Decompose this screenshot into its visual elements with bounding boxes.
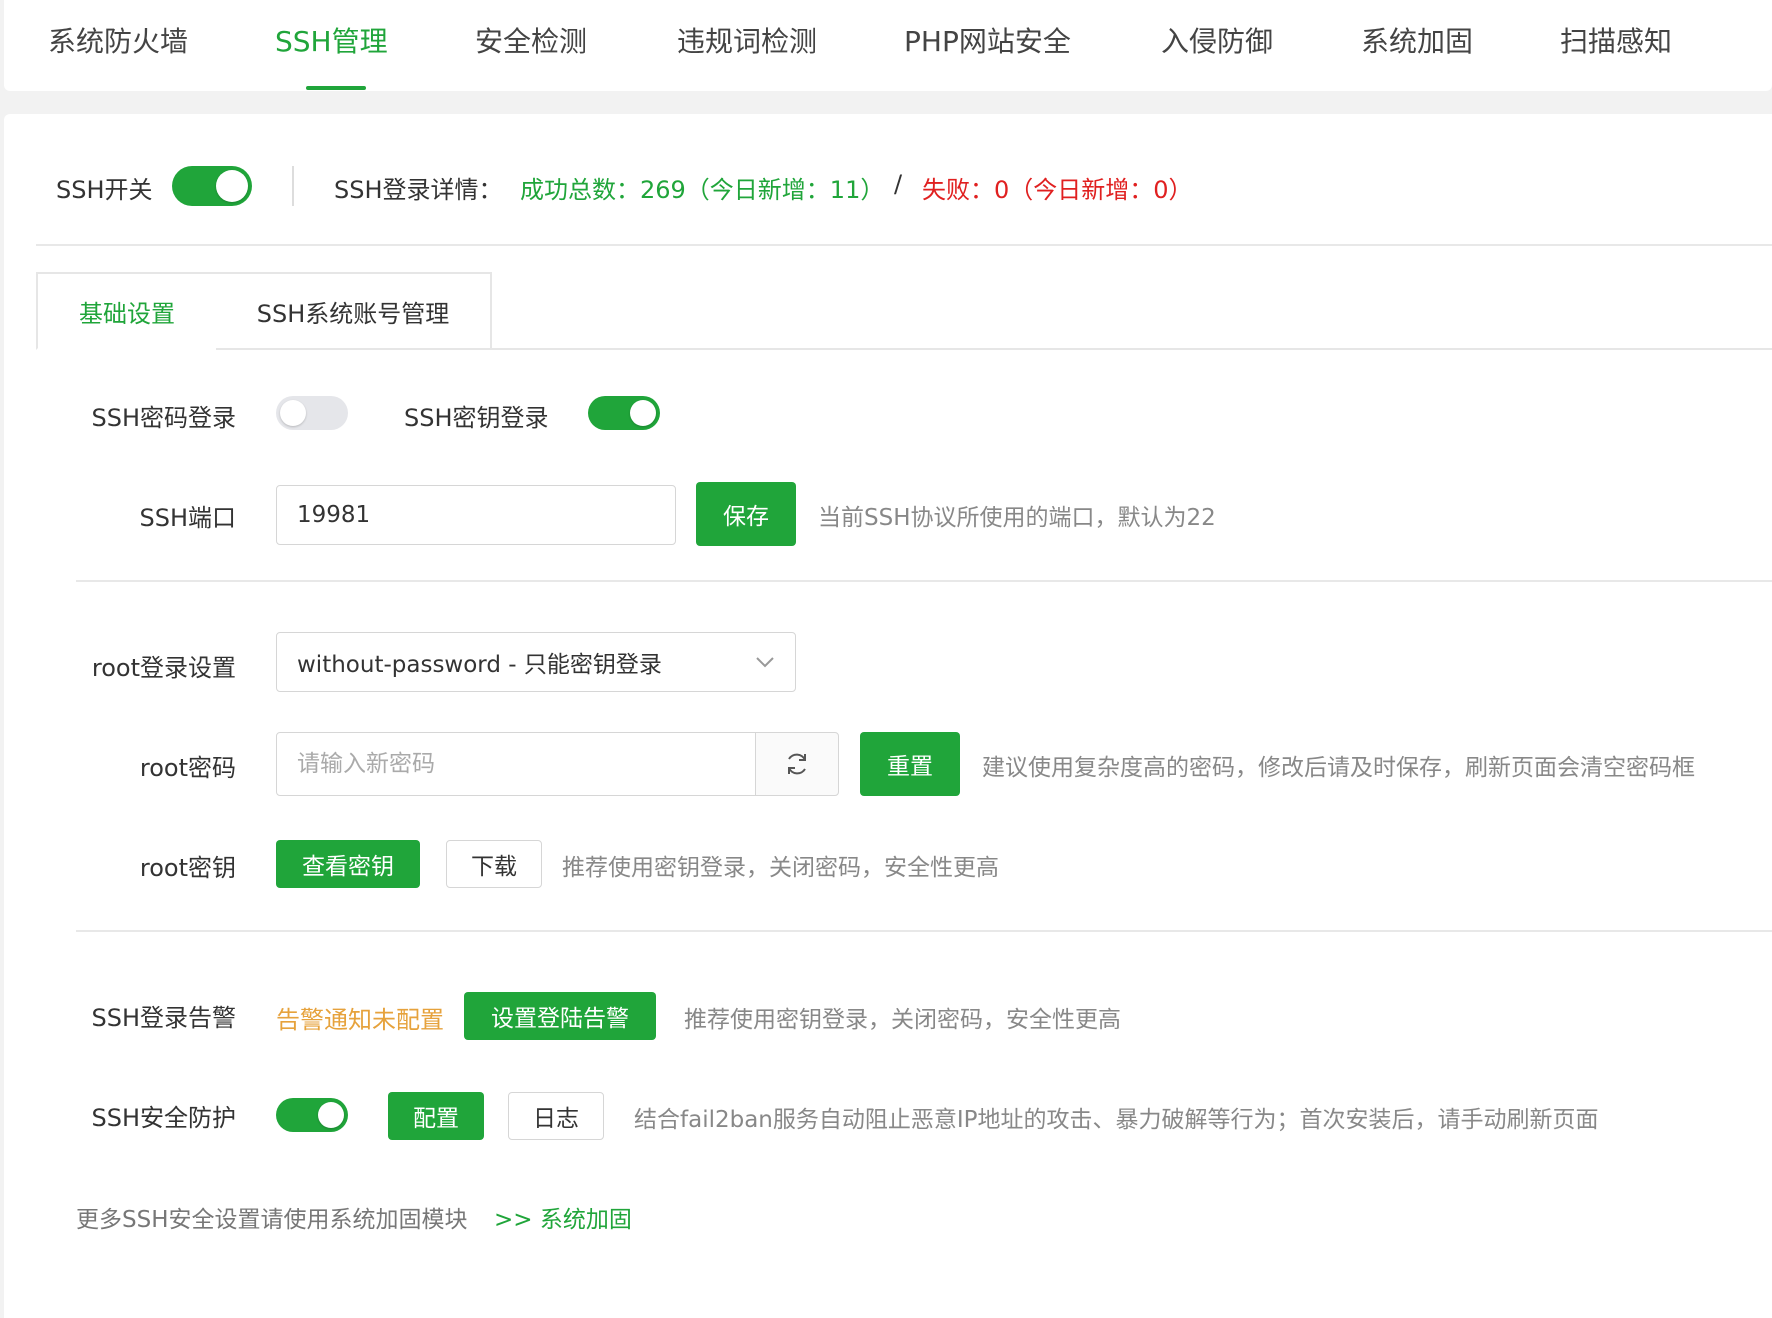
root-key-label: root密钥 [139,854,236,882]
set-login-alert-button[interactable]: 设置登陆告警 [464,992,656,1040]
log-button[interactable]: 日志 [508,1092,604,1140]
tab-ssh-management[interactable]: SSH管理 [275,20,388,60]
refresh-icon [784,751,810,777]
subtab-ssh-account-management[interactable]: SSH系统账号管理 [216,272,492,350]
login-detail-label: SSH登录详情： [334,176,503,204]
tab-system-hardening[interactable]: 系统加固 [1361,20,1473,60]
login-alert-hint: 推荐使用密钥登录，关闭密码，安全性更高 [684,1007,1121,1033]
root-login-setting-label: root登录设置 [91,654,236,682]
chevron-down-icon [755,656,775,668]
toggle-knob [318,1102,344,1128]
ssh-switch-label: SSH开关 [56,176,153,204]
tab-system-firewall[interactable]: 系统防火墙 [48,20,188,60]
tab-intrusion-prevention[interactable]: 入侵防御 [1161,20,1273,60]
top-navigation: 系统防火墙 SSH管理 安全检测 违规词检测 PHP网站安全 入侵防御 系统加固… [4,0,1772,91]
section-separator [76,930,1772,932]
download-key-button[interactable]: 下载 [446,840,542,888]
port-label: SSH端口 [139,504,236,532]
key-login-label: SSH密钥登录 [404,404,549,432]
root-password-input[interactable] [276,732,756,796]
success-count: 成功总数：269（今日新增：11） [520,176,885,204]
root-login-selected-value: without-password - 只能密钥登录 [297,652,662,678]
header-divider [292,166,294,206]
toggle-knob [216,170,248,202]
tab-scan-awareness[interactable]: 扫描感知 [1560,20,1672,60]
protection-hint: 结合fail2ban服务自动阻止恶意IP地址的攻击、暴力破解等行为；首次安装后，… [634,1107,1599,1133]
config-button[interactable]: 配置 [388,1092,484,1140]
fail-count: 失败：0（今日新增：0） [922,176,1193,204]
protection-label: SSH安全防护 [91,1104,236,1132]
save-button[interactable]: 保存 [696,482,796,546]
login-alert-label: SSH登录告警 [91,1004,236,1032]
tab-security-check[interactable]: 安全检测 [475,20,587,60]
refresh-password-button[interactable] [755,732,839,796]
root-key-hint: 推荐使用密钥登录，关闭密码，安全性更高 [562,855,999,881]
tab-violation-word-check[interactable]: 违规词检测 [677,20,817,60]
password-login-toggle[interactable] [276,396,348,430]
root-password-label: root密码 [139,754,236,782]
toggle-knob [280,400,306,426]
more-settings-text: 更多SSH安全设置请使用系统加固模块 [76,1207,468,1233]
port-input[interactable]: 19981 [276,485,676,545]
root-login-select[interactable]: without-password - 只能密钥登录 [276,632,796,692]
alert-status: 告警通知未配置 [276,1006,444,1034]
main-panel: SSH开关 SSH登录详情： 成功总数：269（今日新增：11） / 失败：0（… [4,114,1772,1318]
system-hardening-link[interactable]: >> 系统加固 [494,1200,632,1234]
ssh-switch-toggle[interactable] [172,166,252,206]
view-key-button[interactable]: 查看密钥 [276,840,420,888]
root-password-hint: 建议使用复杂度高的密码，修改后请及时保存，刷新页面会清空密码框 [982,755,1695,781]
count-separator: / [894,170,903,198]
header-separator [36,244,1772,246]
protection-toggle[interactable] [276,1098,348,1132]
key-login-toggle[interactable] [588,396,660,430]
active-tab-underline [306,86,366,90]
password-login-label: SSH密码登录 [91,404,236,432]
subtab-basic-settings[interactable]: 基础设置 [36,272,218,350]
section-separator [76,580,1772,582]
reset-password-button[interactable]: 重置 [860,732,960,796]
tab-php-site-security[interactable]: PHP网站安全 [904,20,1071,60]
port-hint: 当前SSH协议所使用的端口，默认为22 [818,505,1216,531]
toggle-knob [630,400,656,426]
